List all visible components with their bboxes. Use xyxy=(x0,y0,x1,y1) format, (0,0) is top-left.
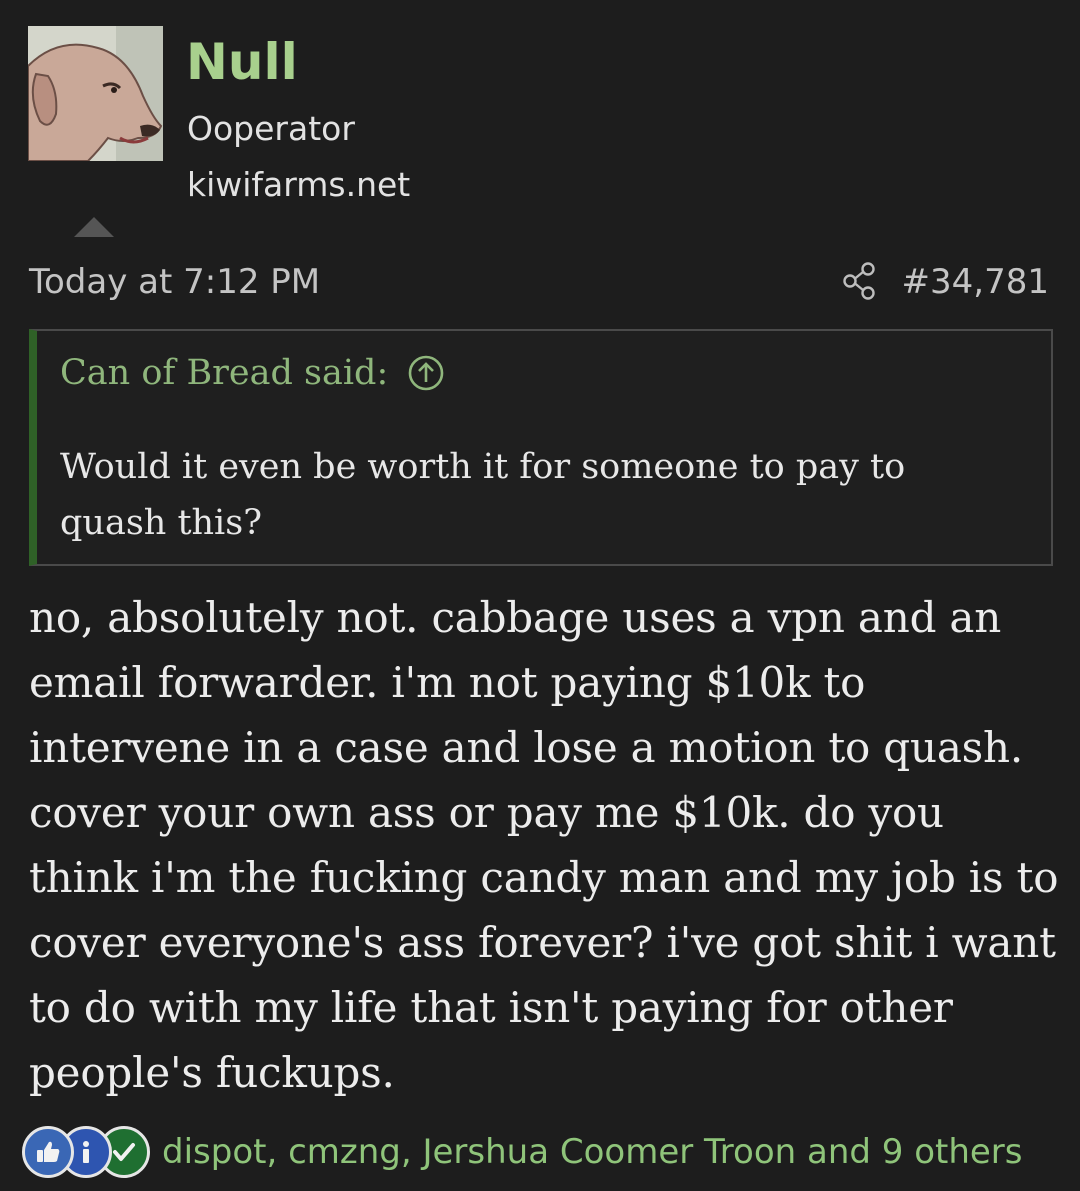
reactions-bar: dispot, cmzng, Jershua Coomer Troon and … xyxy=(22,1124,1023,1180)
quote-text: Would it even be worth it for someone to… xyxy=(60,447,906,543)
post-number-link[interactable]: #34,781 xyxy=(902,259,1049,305)
user-site: kiwifarms.net xyxy=(187,165,411,204)
reaction-users-link[interactable]: dispot, cmzng, Jershua Coomer Troon and … xyxy=(162,1127,1023,1177)
user-title: Ooperator xyxy=(187,109,355,148)
share-icon[interactable] xyxy=(842,261,878,301)
thumbs-up-icon[interactable] xyxy=(22,1126,74,1178)
post-timestamp[interactable]: Today at 7:12 PM xyxy=(29,259,320,305)
quote-header: Can of Bread said: xyxy=(60,349,444,397)
username-link[interactable]: Null xyxy=(186,30,298,94)
post-body: no, absolutely not. cabbage uses a vpn a… xyxy=(29,593,1059,1097)
dog-avatar-icon[interactable] xyxy=(28,26,163,161)
arrow-up-circle-icon[interactable] xyxy=(408,355,444,391)
caret-up-icon[interactable] xyxy=(74,217,114,237)
quote-attribution[interactable]: Can of Bread said: xyxy=(60,349,388,397)
post-container: Null Ooperator kiwifarms.net Today at 7:… xyxy=(0,0,1080,1191)
quote-block: Can of Bread said: Would it even be wort… xyxy=(29,329,1053,566)
